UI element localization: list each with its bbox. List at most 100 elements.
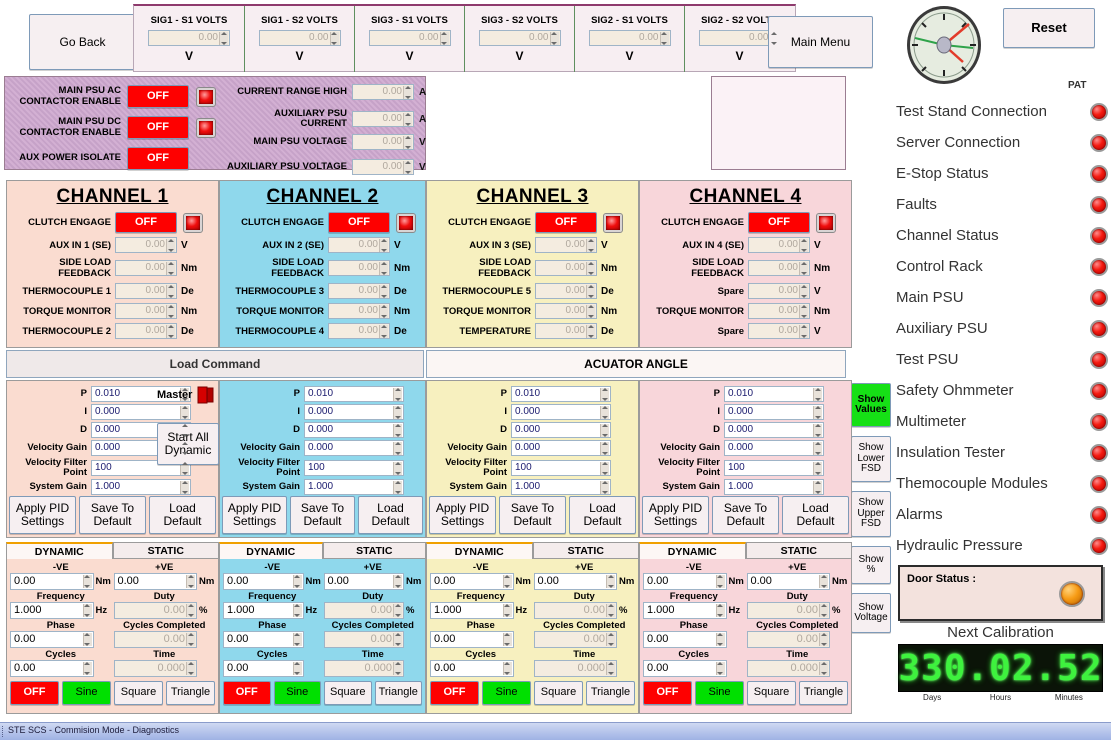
- waveform-off-button-4[interactable]: OFF: [643, 681, 692, 705]
- pid-save-button-1[interactable]: Save To Default: [79, 496, 146, 534]
- spinner-icon[interactable]: [394, 424, 401, 437]
- waveform-left-input-1[interactable]: 0.00: [430, 573, 514, 590]
- spinner-icon[interactable]: [380, 325, 387, 338]
- spinner-icon[interactable]: [181, 442, 188, 455]
- waveform-sine-button-2[interactable]: Sine: [273, 681, 321, 705]
- waveform-left-input-2[interactable]: 1.000: [643, 602, 727, 619]
- psu-readout-value[interactable]: 0.00: [352, 159, 414, 175]
- psu-toggle-button-2[interactable]: OFF: [127, 116, 189, 139]
- waveform-square-button-2[interactable]: Square: [324, 681, 372, 705]
- spinner-icon[interactable]: [84, 633, 91, 646]
- pid-field-input[interactable]: 0.000: [724, 440, 824, 456]
- waveform-right-input-2[interactable]: 0.00: [746, 602, 830, 619]
- waveform-left-input-3[interactable]: 0.00: [643, 631, 727, 648]
- pid-field-input[interactable]: 0.010: [724, 386, 824, 402]
- spinner-icon[interactable]: [394, 633, 401, 646]
- pid-load-button-3[interactable]: Load Default: [569, 496, 636, 534]
- waveform-right-input-2[interactable]: 0.00: [533, 602, 617, 619]
- tab-static-2[interactable]: STATIC: [322, 542, 426, 559]
- pid-field-input[interactable]: 0.000: [304, 422, 404, 438]
- pid-field-input[interactable]: 0.000: [511, 404, 611, 420]
- waveform-left-input-4[interactable]: 0.00: [223, 660, 304, 677]
- pid-load-button-2[interactable]: Load Default: [358, 496, 423, 534]
- waveform-right-input-1[interactable]: 0.00: [323, 573, 404, 590]
- tab-acuator-angle[interactable]: ACUATOR ANGLE: [426, 350, 846, 378]
- spinner-icon[interactable]: [820, 604, 827, 617]
- waveform-right-input-3[interactable]: 0.00: [746, 631, 830, 648]
- pid-save-button-4[interactable]: Save To Default: [712, 496, 779, 534]
- psu-readout-value[interactable]: 0.00: [352, 84, 414, 100]
- waveform-square-button-4[interactable]: Square: [747, 681, 796, 705]
- channel-readout-value[interactable]: 0.00: [115, 303, 177, 319]
- spinner-icon[interactable]: [167, 305, 174, 318]
- waveform-left-input-2[interactable]: 1.000: [223, 602, 304, 619]
- waveform-left-input-2[interactable]: 1.000: [10, 602, 94, 619]
- waveform-left-input-3[interactable]: 0.00: [430, 631, 514, 648]
- spinner-icon[interactable]: [187, 633, 194, 646]
- spinner-icon[interactable]: [814, 424, 821, 437]
- spinner-icon[interactable]: [601, 481, 608, 494]
- waveform-right-input-4[interactable]: 0.000: [746, 660, 830, 677]
- spinner-icon[interactable]: [504, 604, 511, 617]
- waveform-off-button-3[interactable]: OFF: [430, 681, 479, 705]
- view-mode-button-5[interactable]: Show Voltage: [851, 593, 891, 633]
- pid-field-input[interactable]: 0.010: [304, 386, 404, 402]
- spinner-icon[interactable]: [441, 32, 448, 45]
- pid-field-input[interactable]: 100: [511, 459, 611, 476]
- spinner-icon[interactable]: [601, 461, 608, 475]
- spinner-icon[interactable]: [800, 239, 807, 252]
- spinner-icon[interactable]: [587, 285, 594, 298]
- pid-load-button-4[interactable]: Load Default: [782, 496, 849, 534]
- pid-field-input[interactable]: 1.000: [724, 479, 824, 495]
- spinner-icon[interactable]: [187, 662, 194, 675]
- channel-readout-value[interactable]: 0.00: [328, 323, 390, 339]
- waveform-right-input-2[interactable]: 0.00: [323, 602, 404, 619]
- channel-readout-value[interactable]: 0.00: [328, 283, 390, 299]
- channel-readout-value[interactable]: 0.00: [535, 283, 597, 299]
- spinner-icon[interactable]: [504, 633, 511, 646]
- signal-value-input[interactable]: 0.00: [588, 30, 671, 46]
- spinner-icon[interactable]: [607, 662, 614, 675]
- spinner-icon[interactable]: [800, 262, 807, 275]
- waveform-right-input-4[interactable]: 0.000: [323, 660, 404, 677]
- waveform-left-input-1[interactable]: 0.00: [10, 573, 94, 590]
- view-mode-button-1[interactable]: Show Values: [851, 383, 891, 427]
- clutch-engage-button-1[interactable]: OFF: [115, 212, 177, 233]
- tab-dynamic-3[interactable]: DYNAMIC: [426, 542, 533, 559]
- spinner-icon[interactable]: [380, 285, 387, 298]
- spinner-icon[interactable]: [394, 388, 401, 401]
- psu-toggle-button-1[interactable]: OFF: [127, 85, 189, 108]
- channel-readout-value[interactable]: 0.00: [748, 283, 810, 299]
- spinner-icon[interactable]: [820, 575, 827, 588]
- waveform-sine-button-4[interactable]: Sine: [695, 681, 744, 705]
- view-mode-button-3[interactable]: Show Upper FSD: [851, 491, 891, 537]
- waveform-sine-button-3[interactable]: Sine: [482, 681, 531, 705]
- channel-readout-value[interactable]: 0.00: [748, 237, 810, 253]
- spinner-icon[interactable]: [587, 325, 594, 338]
- spinner-icon[interactable]: [394, 461, 401, 475]
- waveform-square-button-3[interactable]: Square: [534, 681, 583, 705]
- channel-readout-value[interactable]: 0.00: [328, 303, 390, 319]
- spinner-icon[interactable]: [394, 481, 401, 494]
- spinner-icon[interactable]: [187, 604, 194, 617]
- spinner-icon[interactable]: [181, 406, 188, 419]
- spinner-icon[interactable]: [394, 575, 401, 588]
- channel-readout-value[interactable]: 0.00: [535, 237, 597, 253]
- clutch-engage-button-2[interactable]: OFF: [328, 212, 390, 233]
- signal-value-input[interactable]: 0.00: [478, 30, 561, 46]
- spinner-icon[interactable]: [84, 604, 91, 617]
- waveform-off-button-2[interactable]: OFF: [223, 681, 271, 705]
- spinner-icon[interactable]: [504, 662, 511, 675]
- signal-value-input[interactable]: 0.00: [148, 30, 230, 46]
- spinner-icon[interactable]: [820, 662, 827, 675]
- start-all-dynamic-button[interactable]: Start All Dynamic: [157, 423, 219, 465]
- spinner-icon[interactable]: [814, 481, 821, 494]
- spinner-icon[interactable]: [380, 305, 387, 318]
- main-menu-button[interactable]: Main Menu: [768, 16, 873, 68]
- spinner-icon[interactable]: [771, 32, 778, 45]
- waveform-left-input-4[interactable]: 0.00: [430, 660, 514, 677]
- pid-field-input[interactable]: 0.010: [511, 386, 611, 402]
- spinner-icon[interactable]: [504, 575, 511, 588]
- channel-readout-value[interactable]: 0.00: [115, 323, 177, 339]
- pid-load-button-1[interactable]: Load Default: [149, 496, 216, 534]
